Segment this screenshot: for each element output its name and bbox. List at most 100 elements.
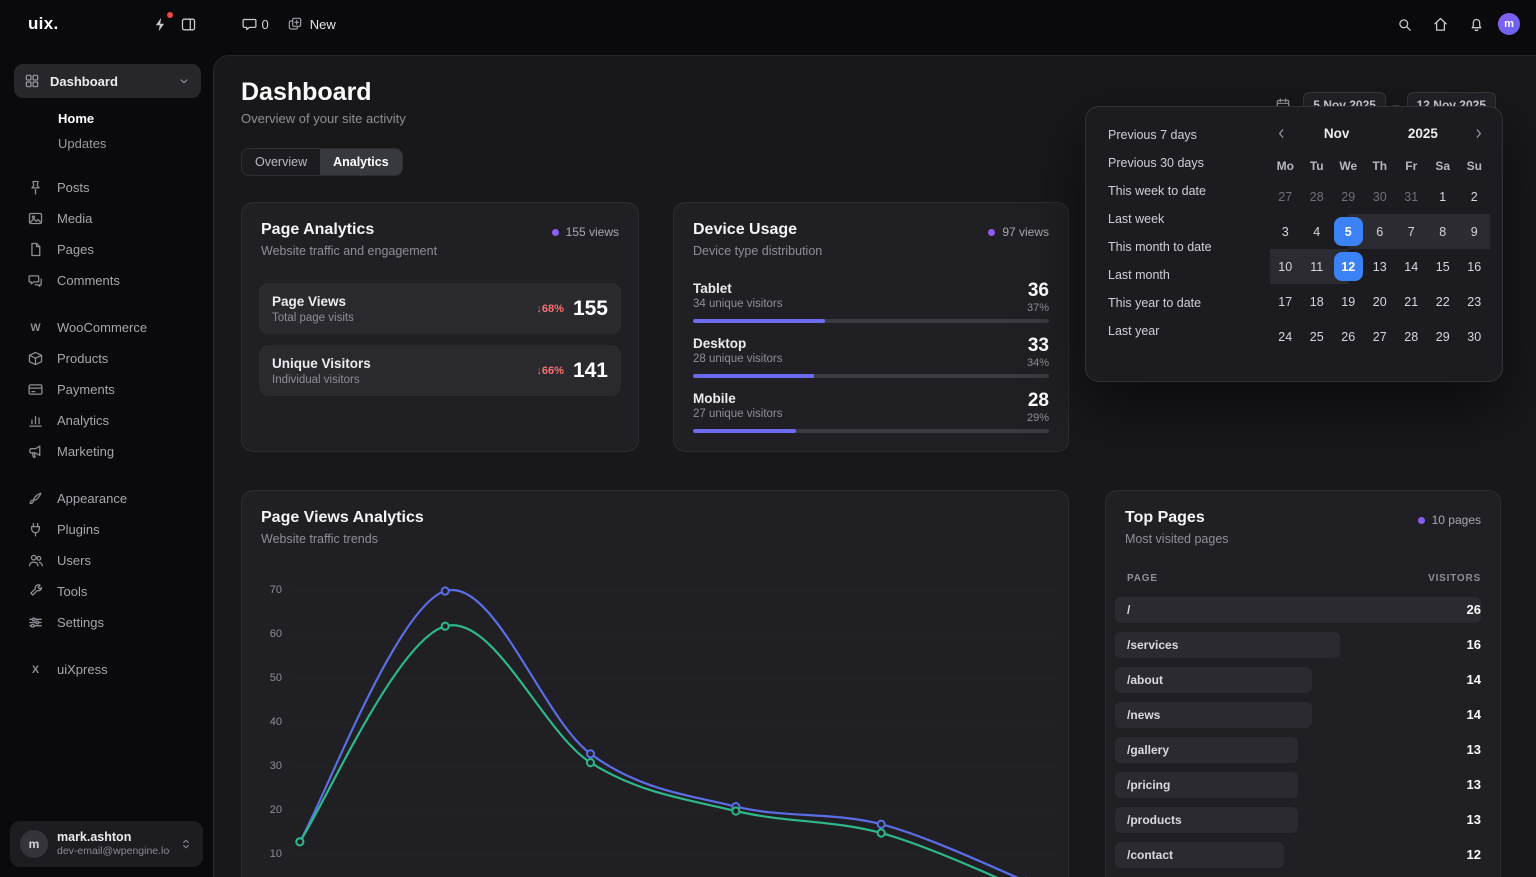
calendar-day-label: 22	[1428, 287, 1457, 316]
quick-actions-button[interactable]	[147, 10, 175, 38]
sidebar-item-comments[interactable]: Comments	[14, 265, 201, 296]
calendar-day-10[interactable]: 10	[1270, 249, 1302, 284]
calendar-day-14[interactable]: 14	[1396, 249, 1428, 284]
comments-count-button[interactable]: 0	[237, 10, 273, 38]
sidebar-item-home[interactable]: Home	[14, 106, 201, 131]
calendar-day-20[interactable]: 20	[1364, 284, 1396, 319]
calendar-day-30[interactable]: 30	[1459, 319, 1491, 354]
device-label: Mobile	[693, 391, 783, 406]
top-page-row[interactable]: /news 14	[1115, 702, 1481, 728]
calendar-day-23[interactable]: 23	[1459, 284, 1491, 319]
calendar-day-label: 28	[1302, 182, 1331, 211]
device-values: 33 34%	[1027, 336, 1049, 369]
preset-this-year-to-date[interactable]: This year to date	[1100, 291, 1260, 315]
sidebar-item-woocommerce[interactable]: WWooCommerce	[14, 312, 201, 343]
products-icon	[27, 350, 44, 367]
preset-this-week-to-date[interactable]: This week to date	[1100, 179, 1260, 203]
calendar-day-12[interactable]: 12	[1333, 249, 1365, 284]
calendar-day-30[interactable]: 30	[1364, 179, 1396, 214]
new-content-button[interactable]: New	[287, 16, 336, 32]
calendar-day-27[interactable]: 27	[1364, 319, 1396, 354]
toggle-sidebar-button[interactable]	[175, 10, 203, 38]
user-avatar-button[interactable]: m	[1498, 13, 1520, 35]
sidebar-item-payments[interactable]: Payments	[14, 374, 201, 405]
top-page-row[interactable]: /pricing 13	[1115, 772, 1481, 798]
calendar-day-27[interactable]: 27	[1270, 179, 1302, 214]
sidebar-item-uixpress[interactable]: XuiXpress	[14, 654, 201, 685]
preset-previous-7-days[interactable]: Previous 7 days	[1100, 123, 1260, 147]
calendar-day-1[interactable]: 1	[1427, 179, 1459, 214]
chart-y-tick: 70	[256, 584, 282, 596]
calendar-day-4[interactable]: 4	[1301, 214, 1333, 249]
calendar-day-2[interactable]: 2	[1459, 179, 1491, 214]
calendar-day-26[interactable]: 26	[1333, 319, 1365, 354]
top-page-row[interactable]: /services 16	[1115, 632, 1481, 658]
calendar-day-9[interactable]: 9	[1459, 214, 1491, 249]
calendar-day-17[interactable]: 17	[1270, 284, 1302, 319]
tab-overview[interactable]: Overview	[242, 149, 320, 175]
top-page-path: /gallery	[1127, 737, 1169, 763]
calendar-day-24[interactable]: 24	[1270, 319, 1302, 354]
calendar-day-15[interactable]: 15	[1427, 249, 1459, 284]
sidebar-section: AppearancePluginsUsersToolsSettings	[14, 483, 201, 638]
calendar-day-16[interactable]: 16	[1459, 249, 1491, 284]
sidebar-item-marketing[interactable]: Marketing	[14, 436, 201, 467]
sidebar-item-users[interactable]: Users	[14, 545, 201, 576]
search-button[interactable]	[1390, 10, 1418, 38]
sidebar-item-appearance[interactable]: Appearance	[14, 483, 201, 514]
calendar-day-25[interactable]: 25	[1301, 319, 1333, 354]
sidebar-item-updates[interactable]: Updates	[14, 131, 201, 156]
preset-this-month-to-date[interactable]: This month to date	[1100, 235, 1260, 259]
calendar-day-13[interactable]: 13	[1364, 249, 1396, 284]
sidebar-dashboard-menu[interactable]: Dashboard	[14, 64, 201, 98]
page-views-analytics-card: Page Views Analytics Website traffic tre…	[241, 490, 1069, 877]
calendar-day-28[interactable]: 28	[1301, 179, 1333, 214]
calendar-next-button[interactable]	[1466, 121, 1490, 145]
sidebar-item-settings[interactable]: Settings	[14, 607, 201, 638]
top-page-row[interactable]: /gallery 13	[1115, 737, 1481, 763]
calendar-day-18[interactable]: 18	[1301, 284, 1333, 319]
calendar-day-11[interactable]: 11	[1301, 249, 1333, 284]
calendar-weekday: We	[1333, 153, 1365, 179]
preset-last-year[interactable]: Last year	[1100, 319, 1260, 343]
calendar-day-22[interactable]: 22	[1427, 284, 1459, 319]
sidebar-item-analytics[interactable]: Analytics	[14, 405, 201, 436]
calendar-day-29[interactable]: 29	[1427, 319, 1459, 354]
calendar-day-3[interactable]: 3	[1270, 214, 1302, 249]
calendar-day-5[interactable]: 5	[1333, 214, 1365, 249]
badge-label: 97 views	[1002, 225, 1049, 239]
sidebar-item-tools[interactable]: Tools	[14, 576, 201, 607]
topbar: uix. 0 New m	[0, 0, 1536, 48]
sidebar-item-posts[interactable]: Posts	[14, 172, 201, 203]
calendar-day-8[interactable]: 8	[1427, 214, 1459, 249]
calendar-day-29[interactable]: 29	[1333, 179, 1365, 214]
calendar-day-31[interactable]: 31	[1396, 179, 1428, 214]
sidebar-item-products[interactable]: Products	[14, 343, 201, 374]
dashboard-menu-label: Dashboard	[50, 74, 118, 89]
calendar-day-7[interactable]: 7	[1396, 214, 1428, 249]
view-site-button[interactable]	[1426, 10, 1454, 38]
tab-analytics[interactable]: Analytics	[320, 149, 402, 175]
top-page-row[interactable]: /products 13	[1115, 807, 1481, 833]
calendar-day-21[interactable]: 21	[1396, 284, 1428, 319]
sidebar-item-plugins[interactable]: Plugins	[14, 514, 201, 545]
card-subtitle: Website traffic and engagement	[261, 244, 437, 258]
calendar-day-6[interactable]: 6	[1364, 214, 1396, 249]
calendar-day-label: 2	[1460, 182, 1489, 211]
calendar-prev-button[interactable]	[1270, 121, 1294, 145]
top-page-row[interactable]: /about 14	[1115, 667, 1481, 693]
preset-previous-30-days[interactable]: Previous 30 days	[1100, 151, 1260, 175]
notifications-button[interactable]	[1462, 10, 1490, 38]
calendar-day-28[interactable]: 28	[1396, 319, 1428, 354]
top-page-path: /contact	[1127, 842, 1173, 868]
top-page-row[interactable]: /contact 12	[1115, 842, 1481, 868]
sidebar-item-pages[interactable]: Pages	[14, 234, 201, 265]
sidebar-item-media[interactable]: Media	[14, 203, 201, 234]
preset-last-month[interactable]: Last month	[1100, 263, 1260, 287]
calendar-day-19[interactable]: 19	[1333, 284, 1365, 319]
sidebar-user-card[interactable]: m mark.ashton dev-email@wpengine.local	[10, 821, 203, 867]
sidebar-item-label: Payments	[57, 382, 115, 397]
preset-last-week[interactable]: Last week	[1100, 207, 1260, 231]
top-page-row[interactable]: / 26	[1115, 597, 1481, 623]
calendar-day-label: 14	[1397, 252, 1426, 281]
